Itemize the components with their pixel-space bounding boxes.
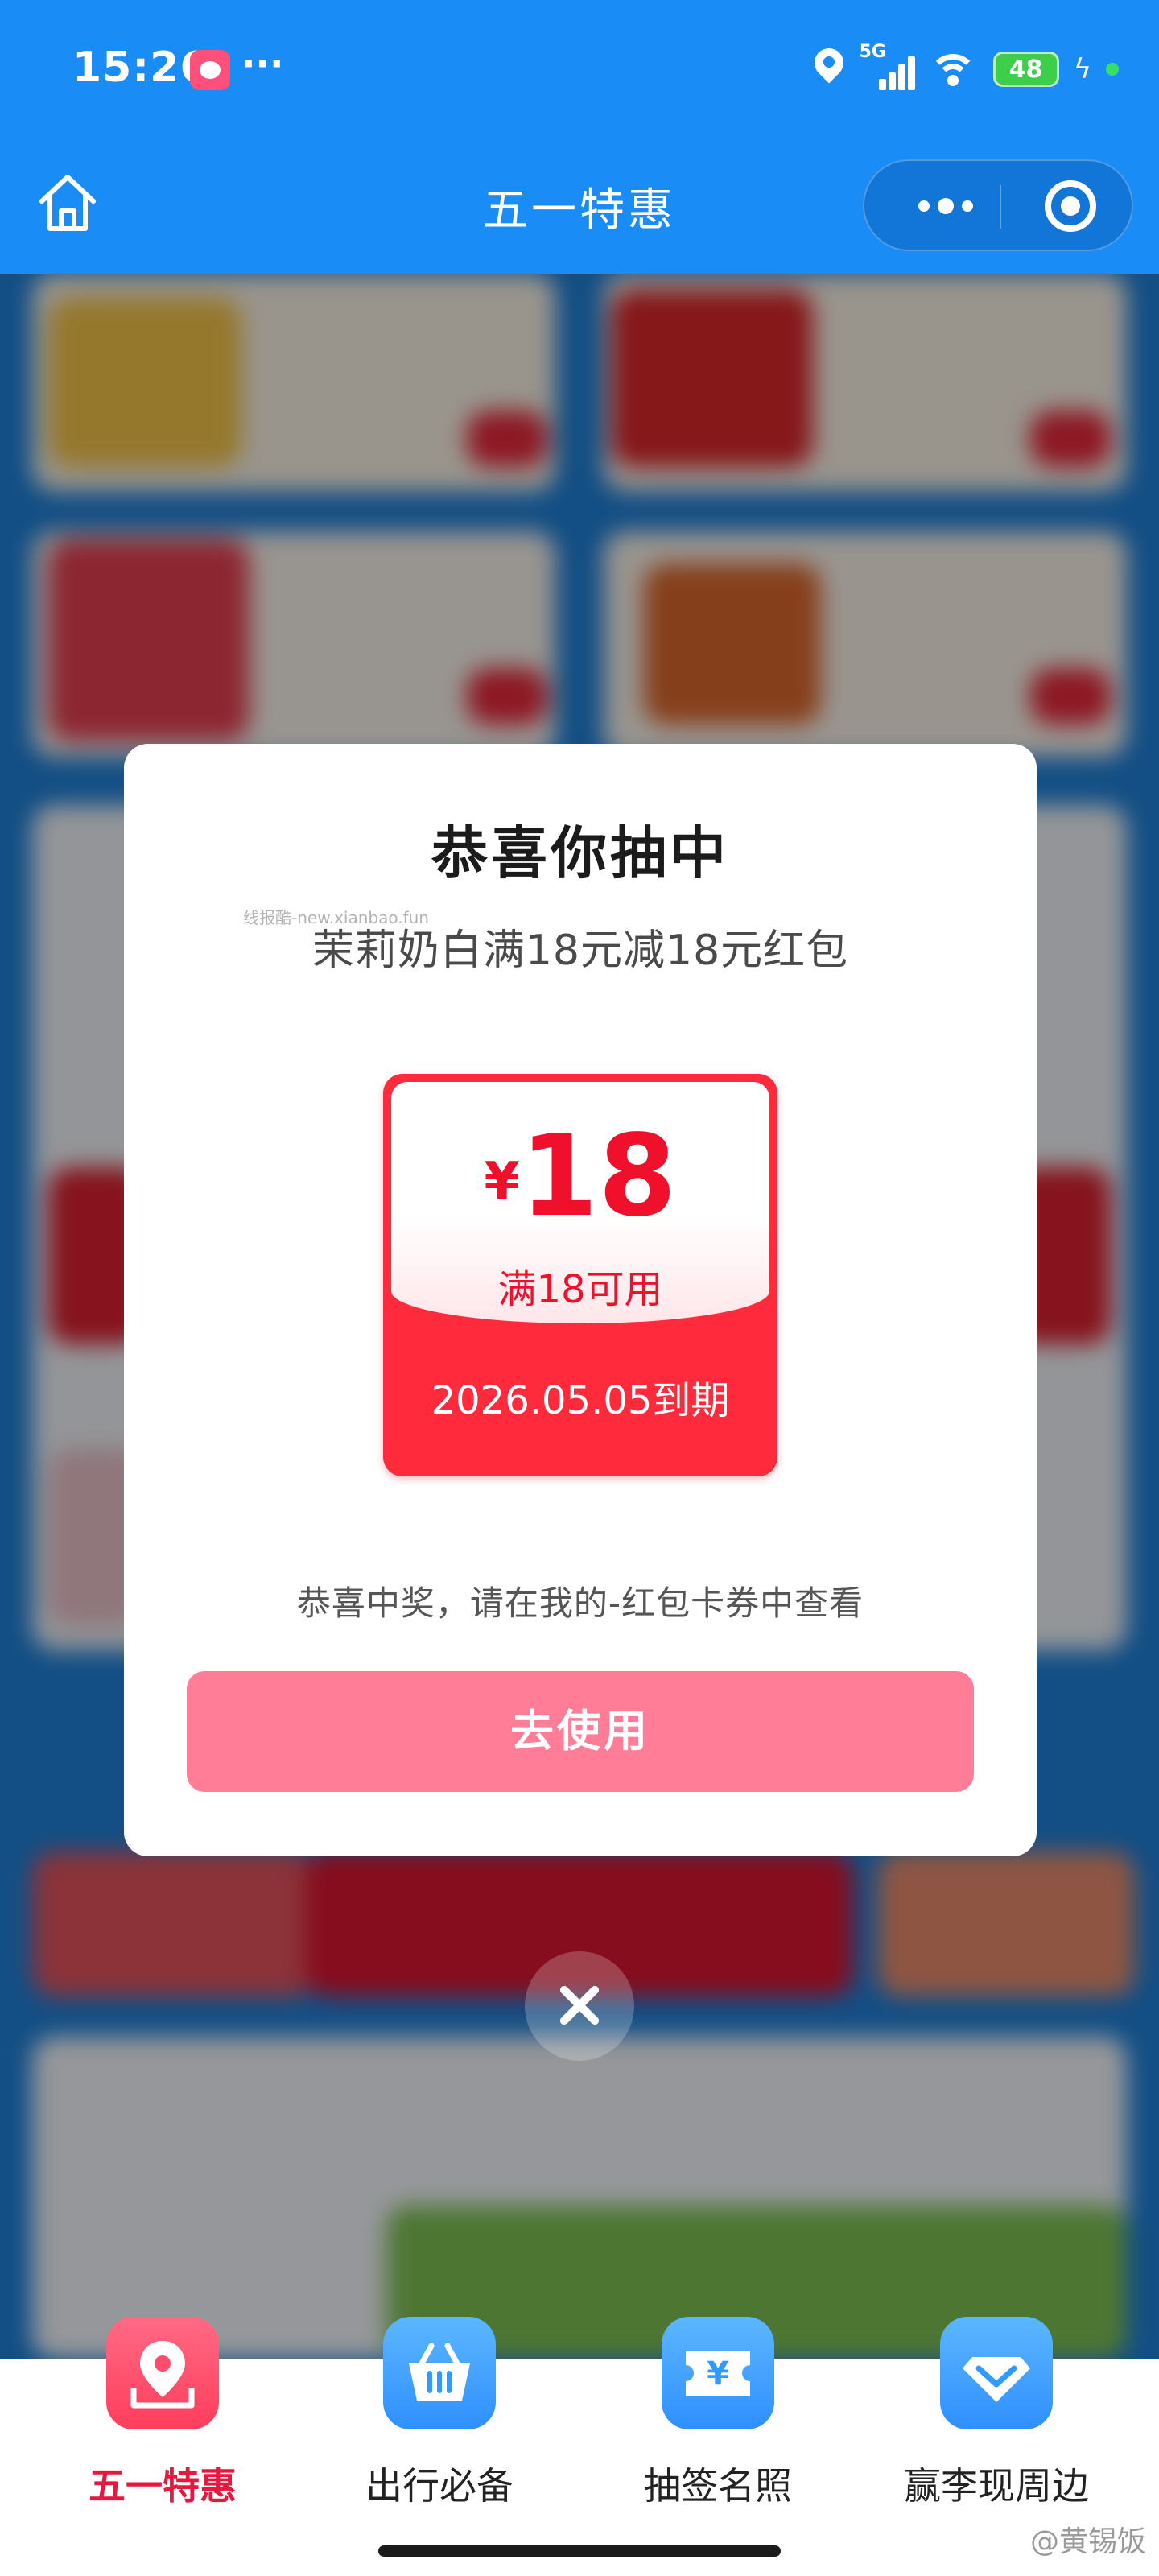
use-coupon-button[interactable]: 去使用 bbox=[187, 1671, 974, 1792]
tab-label: 五一特惠 bbox=[89, 2464, 237, 2508]
ticket-icon: ¥ bbox=[662, 2317, 774, 2429]
home-indicator[interactable] bbox=[378, 2545, 781, 2557]
close-miniprogram-icon[interactable] bbox=[1045, 180, 1096, 232]
miniprogram-capsule bbox=[863, 159, 1133, 251]
close-modal-icon[interactable] bbox=[525, 1951, 634, 2061]
svg-text:¥: ¥ bbox=[707, 2355, 729, 2392]
coupon-condition: 满18可用 bbox=[497, 1267, 663, 1312]
map-pin-icon bbox=[106, 2317, 219, 2429]
prize-hint: 恭喜中奖，请在我的-红包卡券中查看 bbox=[296, 1583, 864, 1623]
prize-modal: 恭喜你抽中 线报酷-new.xianbao.fun 茉莉奶白满18元减18元红包… bbox=[124, 744, 1037, 1856]
status-time: 15:26 bbox=[72, 43, 210, 92]
location-icon bbox=[813, 48, 845, 90]
cellular-signal-icon: 5G bbox=[860, 42, 915, 92]
tab-travel-essentials[interactable]: 出行必备 bbox=[319, 2317, 560, 2576]
currency-symbol: ¥ bbox=[484, 1152, 520, 1212]
wifi-icon bbox=[927, 49, 979, 89]
privacy-dot-icon bbox=[1106, 63, 1119, 76]
diamond-icon bbox=[940, 2317, 1053, 2429]
modal-title: 恭喜你抽中 bbox=[431, 820, 729, 886]
coupon-amount: ¥18 bbox=[391, 1111, 769, 1242]
bottom-tab-bar: 五一特惠 出行必备 ¥ 抽签名照 赢李现周边 bbox=[0, 2317, 1159, 2576]
credit-watermark: @黄锡饭 bbox=[1029, 2525, 1146, 2558]
tab-label: 赢李现周边 bbox=[904, 2464, 1089, 2508]
status-more-icon: ··· bbox=[241, 42, 284, 85]
status-indicators: 5G 48 ϟ bbox=[813, 42, 1119, 93]
capsule-divider bbox=[1000, 185, 1001, 229]
prize-description: 茉莉奶白满18元减18元红包 bbox=[311, 927, 849, 975]
coupon-value: 18 bbox=[519, 1111, 677, 1242]
notification-app-icon bbox=[190, 50, 230, 90]
charging-icon: ϟ bbox=[1073, 53, 1091, 85]
tab-wuyi-sale[interactable]: 五一特惠 bbox=[42, 2317, 283, 2576]
tab-label: 出行必备 bbox=[365, 2464, 514, 2508]
tab-signed-photo[interactable]: ¥ 抽签名照 bbox=[597, 2317, 839, 2576]
top-bar: 15:26 ··· 5G 48 ϟ 五一特惠 bbox=[0, 0, 1159, 274]
tab-label: 抽签名照 bbox=[644, 2464, 792, 2508]
basket-icon bbox=[383, 2317, 496, 2429]
coupon-top-panel: ¥18 满18可用 bbox=[391, 1082, 769, 1323]
coupon-expiry: 2026.05.05到期 bbox=[431, 1378, 730, 1423]
more-menu-icon[interactable] bbox=[901, 188, 990, 224]
battery-icon: 48 bbox=[992, 52, 1059, 87]
coupon-card: ¥18 满18可用 2026.05.05到期 bbox=[383, 1074, 777, 1476]
